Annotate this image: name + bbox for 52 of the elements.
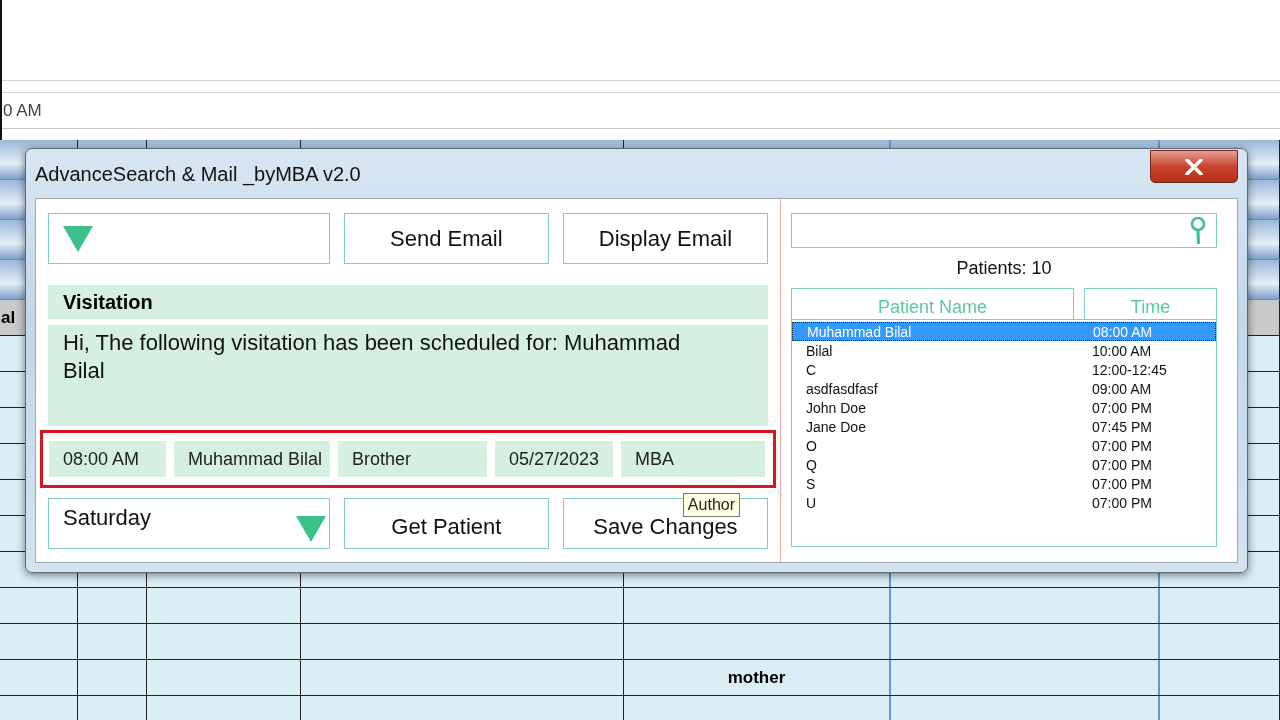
patient-row[interactable]: Q 07:00 PM <box>792 455 1216 474</box>
close-icon <box>1184 158 1204 175</box>
name-cell-text: Q <box>806 456 818 473</box>
time-cell: 07:00 PM <box>1092 494 1152 511</box>
name-cell-text: Jane Doe <box>806 418 867 435</box>
section-heading: Visitation <box>48 285 768 319</box>
detail-field[interactable]: MBA <box>621 441 765 477</box>
name-cell-text: O <box>806 437 818 454</box>
tooltip: Author <box>682 493 740 517</box>
patient-row[interactable]: Jane Doe 07:45 PM <box>792 417 1216 436</box>
name-cell-text: Bilal <box>806 342 834 359</box>
window-title: AdvanceSearch & Mail _byMBA v2.0 <box>35 163 361 186</box>
name-cell-text: C <box>806 361 818 378</box>
action-button[interactable]: Get Patient <box>343 498 549 549</box>
patient-row[interactable]: O 07:00 PM <box>792 436 1216 455</box>
sheet-cell: al <box>1 307 16 328</box>
detail-field[interactable]: 05/27/2023 <box>495 441 613 477</box>
time-cell: 07:00 PM <box>1092 399 1152 416</box>
detail-field[interactable]: 08:00 AM <box>49 441 166 477</box>
time-cell: 07:00 PM <box>1092 437 1152 454</box>
recipient-dropdown[interactable] <box>48 213 330 264</box>
time-cell: 07:00 PM <box>1092 456 1152 473</box>
time-cell: 08:00 AM <box>1093 323 1153 340</box>
caret-icon <box>63 225 93 252</box>
patient-row[interactable]: John Doe 07:00 PM <box>792 398 1216 417</box>
sheet-cell: 0 AM <box>3 100 42 121</box>
patient-row[interactable]: asdfasdfasf 09:00 AM <box>792 379 1216 398</box>
name-cell-text: John Doe <box>806 399 867 416</box>
sheet-cell: mother <box>727 667 786 688</box>
detail-field[interactable]: Brother <box>338 441 487 477</box>
patient-row[interactable]: C 12:00-12:45 <box>792 360 1216 379</box>
day-dropdown[interactable]: Saturday <box>48 498 330 549</box>
time-cell: 09:00 AM <box>1092 380 1152 397</box>
time-cell: 07:45 PM <box>1092 418 1152 435</box>
name-cell-text: S <box>806 475 817 492</box>
email-button[interactable]: Send Email <box>343 213 549 264</box>
time-cell: 12:00-12:45 <box>1092 361 1167 378</box>
name-cell-text: asdfasdfasf <box>806 380 879 397</box>
patient-row[interactable]: S 07:00 PM <box>792 474 1216 493</box>
patient-row[interactable]: U 07:00 PM <box>792 493 1216 512</box>
name-cell-text: U <box>806 494 818 511</box>
close-button[interactable] <box>1150 150 1238 183</box>
patient-row[interactable]: Bilal 10:00 AM <box>792 341 1216 360</box>
detail-field[interactable]: Muhammad Bilal <box>174 441 330 477</box>
search-icon <box>1190 216 1206 245</box>
search-field[interactable] <box>791 213 1217 248</box>
time-cell: 10:00 AM <box>1092 342 1152 359</box>
message-text: Hi, The following visitation has been scheduled for: Muhammad Bilal <box>48 325 768 426</box>
patient-count: Patients: 10 <box>955 258 1053 280</box>
email-button[interactable]: Display Email <box>562 213 768 264</box>
name-cell-text: Muhammad Bilal <box>807 323 913 340</box>
time-cell: 07:00 PM <box>1092 475 1152 492</box>
